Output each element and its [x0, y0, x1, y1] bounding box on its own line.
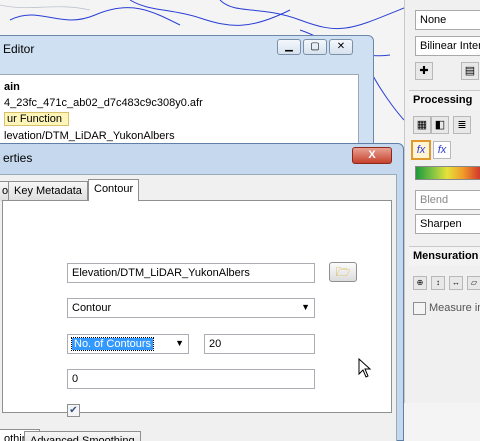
folder-open-icon[interactable]: 🗁 [329, 262, 357, 282]
add-layer-icon[interactable]: ✚ [415, 62, 433, 80]
tree-node-elevation[interactable]: levation/DTM_LiDAR_YukonAlbers [4, 130, 175, 142]
options-icon[interactable]: ▤ [461, 62, 479, 80]
processing-header: Processing [409, 90, 480, 110]
contour-method-value: No. of Contours [70, 337, 155, 351]
dialog-close-button[interactable]: X [352, 147, 392, 164]
contour-type-combo[interactable]: Contour ▼ [67, 298, 315, 318]
chevron-down-icon: ▼ [175, 338, 184, 348]
resampling-dropdown[interactable]: Bilinear Interp [415, 36, 480, 56]
tree-node-function[interactable]: ur Function [4, 112, 70, 126]
measure-point-icon[interactable]: ⊕ [413, 276, 427, 290]
dialog-content: o Key Metadata Contour Elevation/DTM_LiD… [0, 174, 397, 441]
contour-count-field[interactable]: 20 [204, 334, 315, 354]
layers-icon[interactable]: ≣ [453, 116, 471, 134]
chevron-down-icon: ▼ [301, 302, 310, 312]
fx-italic-icon[interactable]: fx [433, 141, 451, 159]
blend-dropdown[interactable]: Blend [415, 190, 480, 210]
measure-distance-icon[interactable]: ↔ [449, 276, 463, 290]
mask-icon[interactable]: ◧ [431, 116, 449, 134]
map-bottom-strip [404, 403, 480, 441]
measure-in-checkbox[interactable] [413, 302, 426, 315]
tree-node-function-label: ur Function [4, 112, 70, 126]
resampling-top-dropdown[interactable]: None [415, 10, 480, 30]
contour-method-combo[interactable]: No. of Contours ▼ [67, 334, 189, 354]
image-analysis-panel: None Bilinear Interp ✚ ▤ Processing ▦ ◧ … [404, 0, 480, 441]
measure-height-icon[interactable]: ↕ [431, 276, 445, 290]
sharpen-dropdown[interactable]: Sharpen [415, 214, 480, 234]
smoothing-tab-strip: othing Advanced Smoothing [0, 429, 392, 441]
tab-contour[interactable]: Contour [88, 179, 140, 201]
contour-type-value: Contour [72, 302, 112, 314]
input-raster-field[interactable]: Elevation/DTM_LiDAR_YukonAlbers [67, 263, 315, 283]
mensuration-header: Mensuration [409, 246, 480, 266]
measure-in-label: Measure in [429, 302, 480, 314]
tab-advanced-smoothing[interactable]: Advanced Smoothing [24, 431, 141, 441]
mouse-cursor-icon [358, 358, 372, 378]
clip-icon[interactable]: ▦ [413, 116, 431, 134]
editor-close-button[interactable]: ✕ [329, 39, 353, 55]
contour-tab-page: Elevation/DTM_LiDAR_YukonAlbers 🗁 Contou… [2, 200, 392, 417]
raster-function-properties-dialog: erties X o Key Metadata Contour Elevatio… [0, 143, 404, 441]
editor-title: Editor [3, 42, 35, 56]
measure-area-icon[interactable]: ▱ [467, 276, 480, 290]
minimize-button[interactable]: ▁ [277, 39, 301, 55]
base-contour-field[interactable]: 0 [67, 369, 315, 389]
tree-node-raster[interactable]: 4_23fc_471c_ab02_d7c483c9c308y0.afr [4, 97, 203, 109]
tab-key-metadata[interactable]: Key Metadata [8, 181, 88, 201]
maximize-button[interactable]: ▢ [303, 39, 327, 55]
dialog-title: erties [3, 151, 33, 165]
editor-window-controls: ▁ ▢ ✕ [277, 39, 353, 57]
option-checkbox[interactable]: ✔ [67, 404, 80, 417]
fx-icon[interactable]: fx [411, 140, 431, 160]
tree-node-root[interactable]: ain [4, 81, 20, 93]
color-ramp[interactable] [415, 166, 480, 180]
